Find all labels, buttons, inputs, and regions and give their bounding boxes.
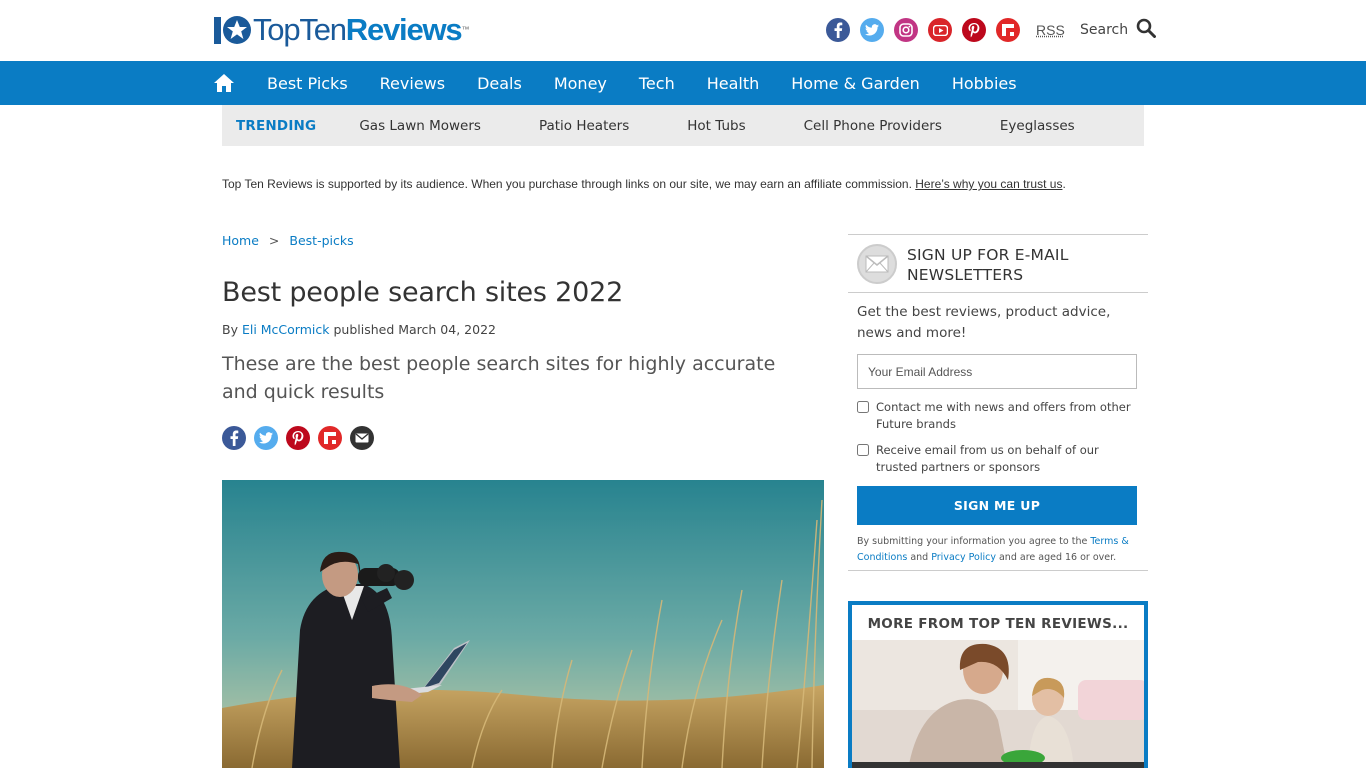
breadcrumb-home[interactable]: Home (222, 233, 259, 248)
checkbox-future-label: Contact me with news and offers from oth… (876, 400, 1131, 431)
checkbox-partners[interactable] (857, 444, 869, 456)
legal-text: By submitting your information you agree… (857, 536, 1091, 547)
consent-checkbox-partners[interactable]: Receive email from us on behalf of our t… (857, 442, 1142, 475)
home-icon[interactable] (213, 72, 235, 94)
nav-money[interactable]: Money (554, 74, 607, 93)
breadcrumb: Home > Best-picks (222, 233, 354, 248)
share-facebook-icon[interactable] (222, 426, 246, 450)
nav-health[interactable]: Health (707, 74, 760, 93)
search-icon (1136, 18, 1157, 42)
more-from-widget: MORE FROM TOP TEN REVIEWS... (848, 601, 1148, 768)
share-twitter-icon[interactable] (254, 426, 278, 450)
checkbox-partners-label: Receive email from us on behalf of our t… (876, 443, 1099, 474)
search-label: Search (1080, 22, 1129, 38)
newsletter-header: SIGN UP FOR E-MAIL NEWSLETTERS (848, 235, 1148, 293)
page-title: Best people search sites 2022 (222, 277, 624, 308)
share-buttons (222, 426, 374, 450)
trending-bar: TRENDING Gas Lawn Mowers Patio Heaters H… (222, 105, 1144, 146)
trending-item[interactable]: Hot Tubs (687, 118, 745, 134)
logo-wordmark: TopTenReviews™ (253, 12, 470, 47)
privacy-link[interactable]: Privacy Policy (931, 552, 996, 563)
nav-hobbies[interactable]: Hobbies (952, 74, 1017, 93)
affiliate-disclosure: Top Ten Reviews is supported by its audi… (222, 177, 1066, 191)
published-date: published March 04, 2022 (329, 322, 496, 337)
affiliate-end: . (1062, 177, 1066, 191)
breadcrumb-best-picks[interactable]: Best-picks (289, 233, 353, 248)
nav-reviews[interactable]: Reviews (380, 74, 445, 93)
facebook-icon[interactable] (826, 18, 850, 42)
logo-mark (213, 14, 253, 46)
newsletter-title: SIGN UP FOR E-MAIL NEWSLETTERS (907, 246, 1069, 284)
more-from-image[interactable] (852, 640, 1144, 768)
share-flipboard-icon[interactable] (318, 426, 342, 450)
checkbox-future-brands[interactable] (857, 401, 869, 413)
search-toggle[interactable]: Search (1080, 18, 1157, 42)
byline: By Eli McCormick published March 04, 202… (222, 322, 496, 337)
flipboard-icon[interactable] (996, 18, 1020, 42)
legal-text: and (907, 552, 932, 563)
byline-by: By (222, 322, 242, 337)
trending-item[interactable]: Eyeglasses (1000, 118, 1075, 134)
site-header: TopTenReviews™ RSS Search (0, 0, 1366, 61)
share-email-icon[interactable] (350, 426, 374, 450)
site-logo[interactable]: TopTenReviews™ (213, 12, 469, 48)
youtube-icon[interactable] (928, 18, 952, 42)
instagram-icon[interactable] (894, 18, 918, 42)
breadcrumb-separator: > (268, 233, 280, 248)
nav-home-garden[interactable]: Home & Garden (791, 74, 920, 93)
affiliate-text: Top Ten Reviews is supported by its audi… (222, 177, 916, 191)
twitter-icon[interactable] (860, 18, 884, 42)
hero-image (222, 480, 824, 768)
nav-deals[interactable]: Deals (477, 74, 522, 93)
trending-item[interactable]: Gas Lawn Mowers (359, 118, 481, 134)
author-link[interactable]: Eli McCormick (242, 322, 330, 337)
newsletter-legal: By submitting your information you agree… (857, 534, 1142, 566)
rss-link[interactable]: RSS (1036, 22, 1065, 38)
newsletter-description: Get the best reviews, product advice, ne… (857, 304, 1111, 341)
legal-text: and are aged 16 or over. (995, 552, 1117, 563)
share-pinterest-icon[interactable] (286, 426, 310, 450)
pinterest-icon[interactable] (962, 18, 986, 42)
trending-item[interactable]: Patio Heaters (539, 118, 629, 134)
newsletter-signup: SIGN UP FOR E-MAIL NEWSLETTERS Get the b… (848, 234, 1148, 571)
consent-checkbox-future[interactable]: Contact me with news and offers from oth… (857, 399, 1142, 432)
trust-link[interactable]: Here’s why you can trust us (915, 177, 1062, 191)
nav-best-picks[interactable]: Best Picks (267, 74, 348, 93)
main-nav: Best Picks Reviews Deals Money Tech Heal… (0, 61, 1366, 105)
more-from-title: MORE FROM TOP TEN REVIEWS... (852, 605, 1144, 640)
trending-label: TRENDING (236, 117, 317, 134)
social-links: RSS (826, 18, 1065, 42)
sign-up-button[interactable]: SIGN ME UP (857, 486, 1137, 525)
nav-tech[interactable]: Tech (639, 74, 675, 93)
trending-item[interactable]: Cell Phone Providers (804, 118, 942, 134)
email-input[interactable] (857, 354, 1137, 389)
article-strapline: These are the best people search sites f… (222, 353, 776, 403)
envelope-icon (857, 244, 897, 284)
